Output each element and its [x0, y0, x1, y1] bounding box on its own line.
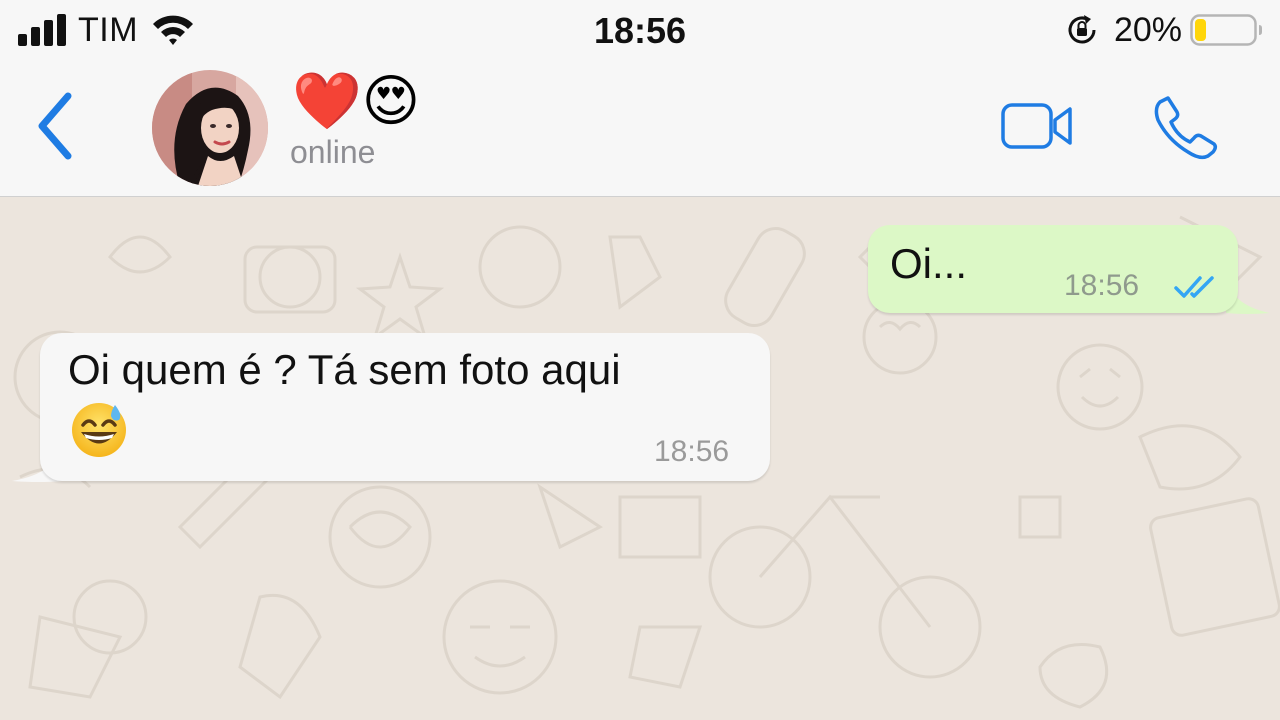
video-camera-icon: [1001, 103, 1072, 149]
chat-header: ❤️😍 online: [0, 62, 1280, 198]
status-bar: TIM 18:56 20%: [0, 0, 1280, 62]
message-time: 18:56: [1064, 269, 1140, 302]
rotation-lock-icon: [1068, 15, 1096, 44]
status-bar-right: 20%: [1064, 10, 1264, 50]
smiling-face-with-sweat-emoji: [72, 403, 126, 457]
chat-area[interactable]: Oi... 18:56 Oi quem é ? Tá sem foto aqui: [0, 197, 1280, 720]
back-chevron-icon: [38, 92, 72, 160]
back-button[interactable]: [26, 90, 90, 166]
message-text: Oi...: [890, 240, 968, 287]
video-call-button[interactable]: [1000, 100, 1074, 152]
contact-avatar[interactable]: [152, 70, 268, 186]
whatsapp-chat-screen: TIM 18:56 20% ❤️😍 online Oi... 18:56 Oi …: [0, 0, 1280, 720]
battery-icon: [1190, 14, 1262, 46]
read-ticks-icon: [1174, 276, 1214, 298]
message-text: Oi quem é ? Tá sem foto aqui: [68, 346, 621, 393]
incoming-message[interactable]: Oi quem é ? Tá sem foto aqui 18:56: [40, 333, 770, 481]
contact-status: online: [290, 134, 376, 170]
outgoing-message[interactable]: Oi... 18:56: [868, 225, 1238, 313]
message-time: 18:56: [654, 435, 730, 468]
voice-call-button[interactable]: [1152, 94, 1218, 160]
phone-icon: [1154, 96, 1218, 160]
avatar-photo: [152, 70, 268, 186]
battery-percentage: 20%: [1113, 10, 1182, 49]
contact-name[interactable]: ❤️😍: [292, 68, 420, 134]
